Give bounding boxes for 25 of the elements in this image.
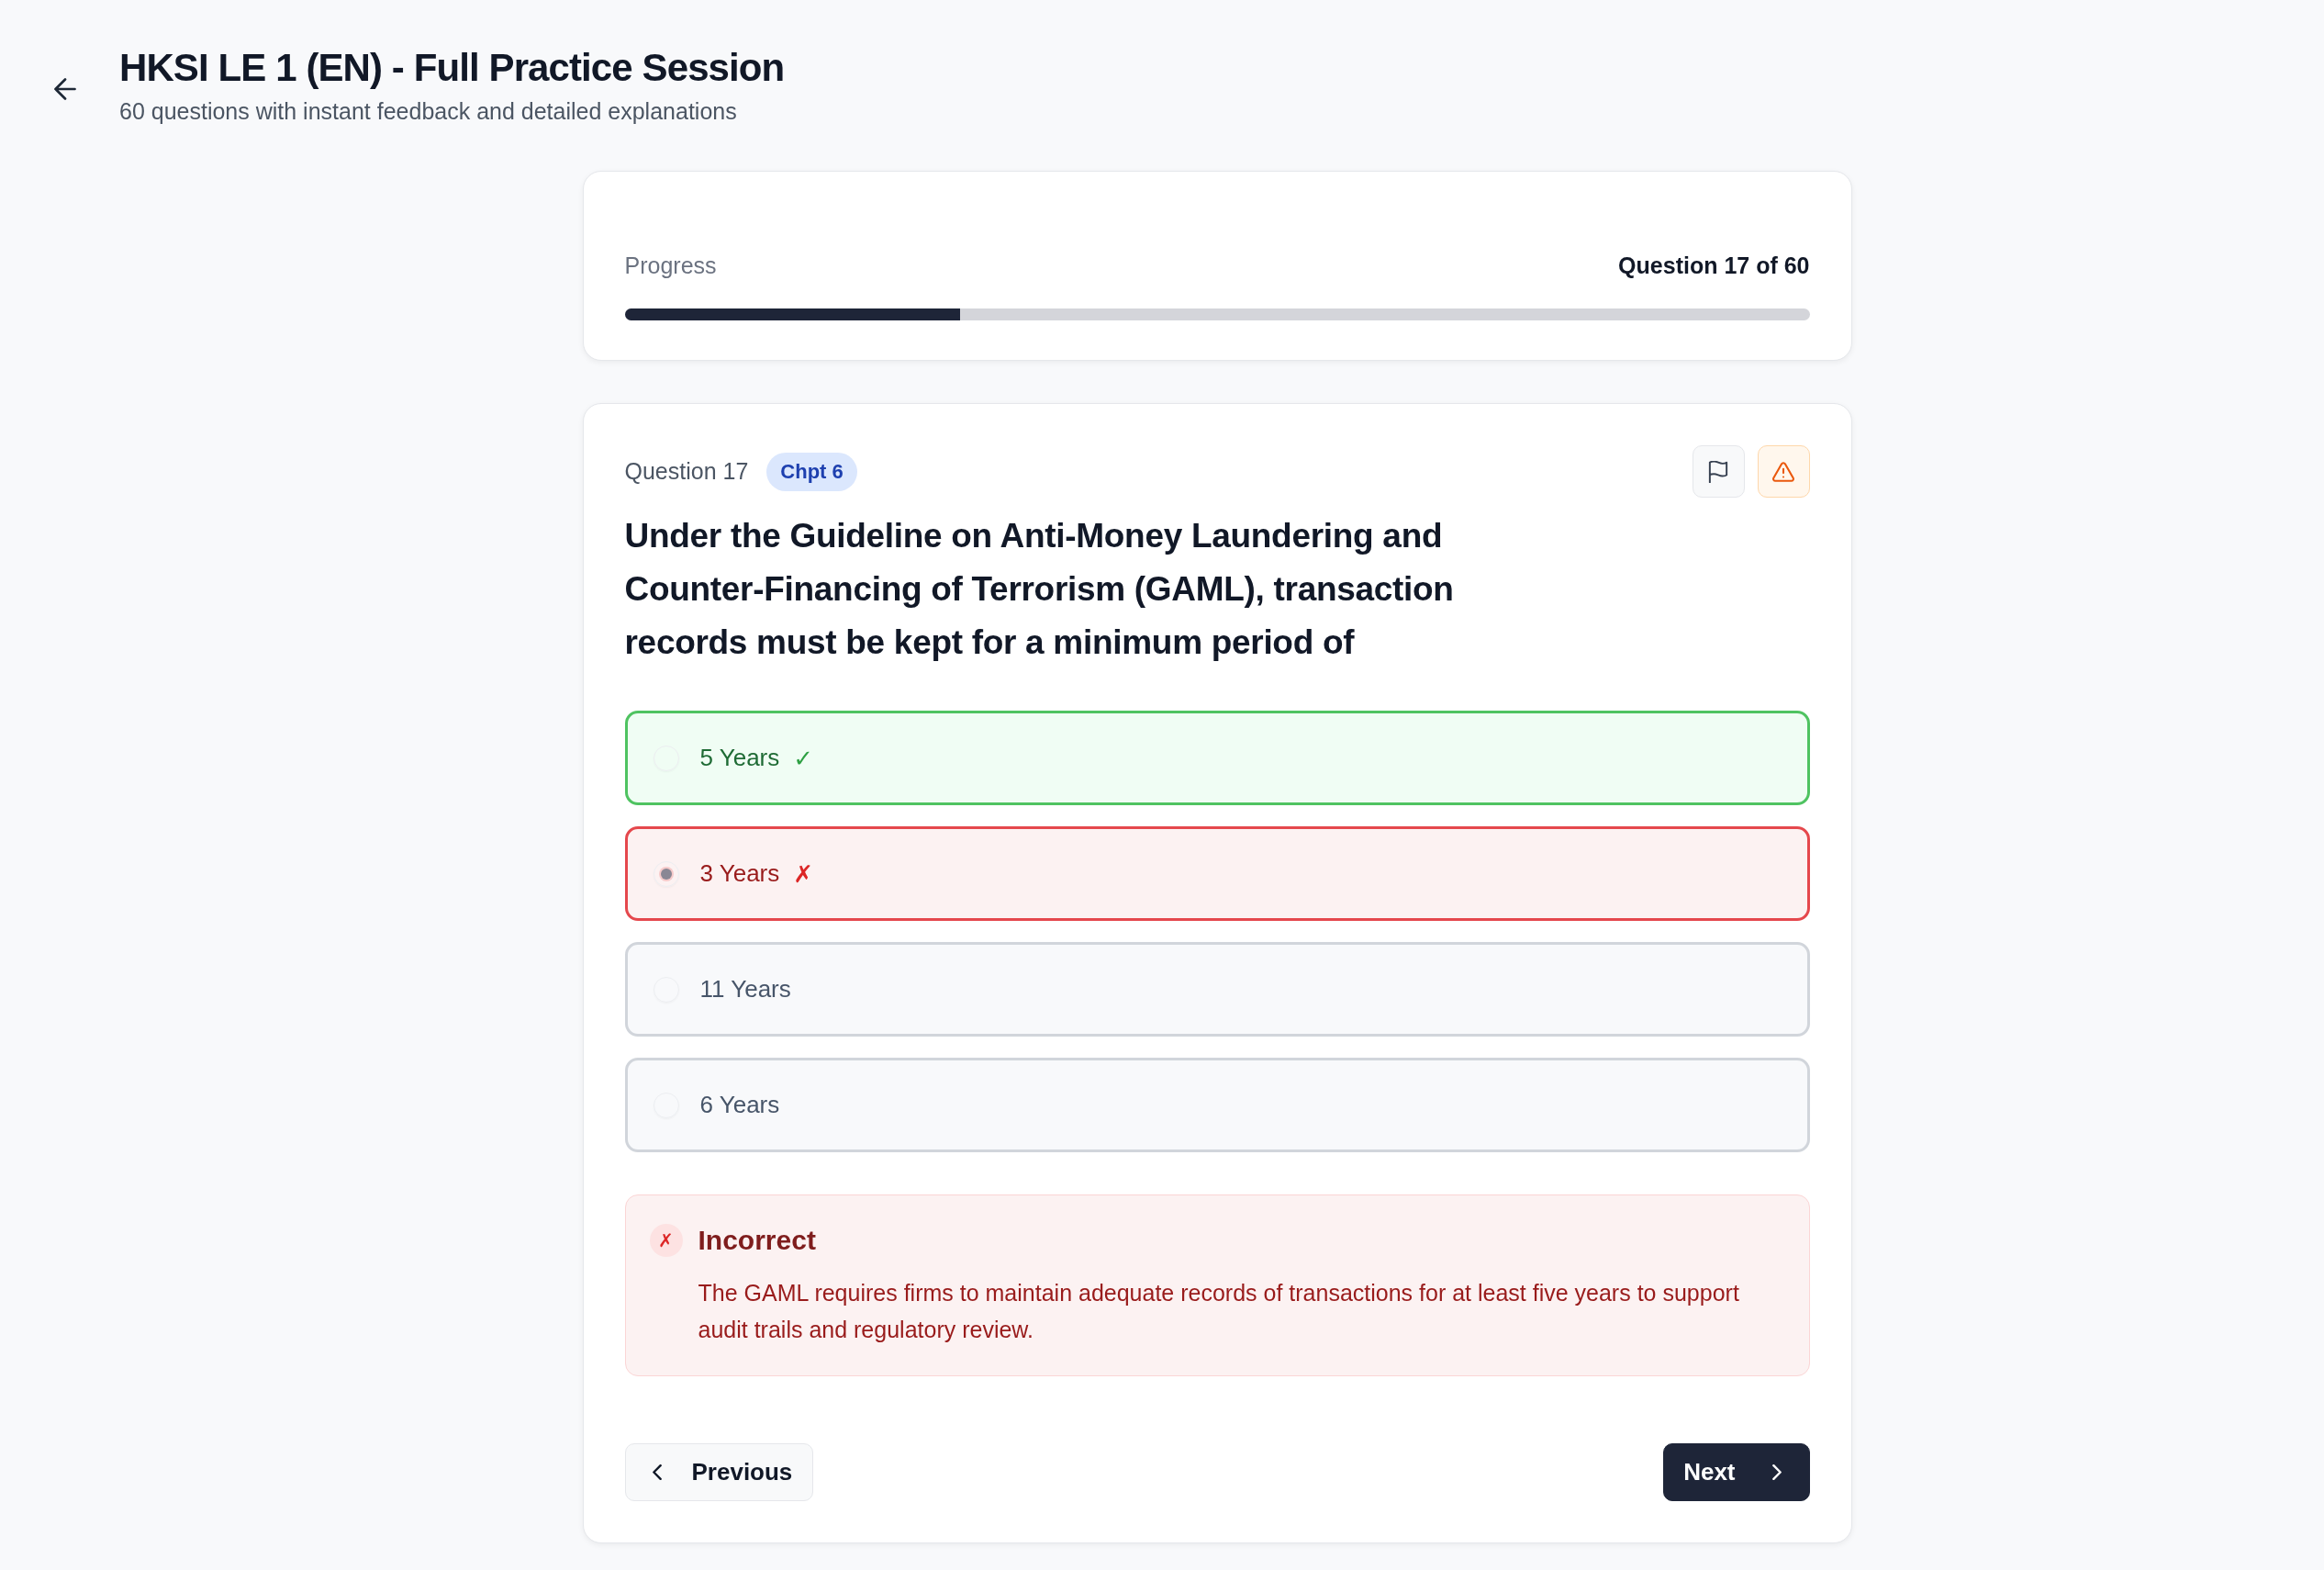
flag-icon [1707, 460, 1729, 483]
answer-option[interactable]: 3 Years ✗ [624, 826, 1810, 921]
answer-option[interactable]: 6 Years [624, 1058, 1810, 1152]
previous-button[interactable]: Previous [624, 1443, 814, 1501]
answer-option[interactable]: 11 Years [624, 942, 1810, 1037]
question-text: Under the Guideline on Anti-Money Laundering and Counter-Financing of Terrorism (GAML), transaction records must be kept for a minimum period of [624, 516, 1455, 663]
page-title: HKSI LE 1 (EN) - Full Practice Session [119, 45, 785, 91]
tick-icon: ✓ [793, 744, 814, 772]
chapter-tag: Chpt 6 [766, 452, 857, 491]
question-counter: Question 17 of 60 [1618, 252, 1810, 280]
progress-label: Progress [624, 252, 717, 280]
feedback-explanation: The GAML requires firms to maintain adequate records of transactions for at least five years to support audit trails and regulatory review. [698, 1279, 1740, 1344]
flag-button[interactable] [1692, 445, 1745, 498]
answer-option[interactable]: 5 Years ✓ [624, 711, 1810, 805]
arrow-left-icon [54, 77, 76, 100]
question-number: Question 17 [624, 458, 749, 485]
cross-icon: ✗ [649, 1224, 683, 1257]
chevron-right-icon [1771, 1464, 1782, 1480]
chevron-left-icon [652, 1464, 662, 1480]
cross-icon: ✗ [793, 859, 814, 888]
next-button[interactable]: Next [1663, 1443, 1810, 1501]
feedback-title: Incorrect [698, 1224, 816, 1257]
page-subtitle: 60 questions with instant feedback and detailed explanations [119, 97, 738, 126]
report-button[interactable] [1757, 445, 1810, 498]
warning-icon [1772, 460, 1794, 483]
